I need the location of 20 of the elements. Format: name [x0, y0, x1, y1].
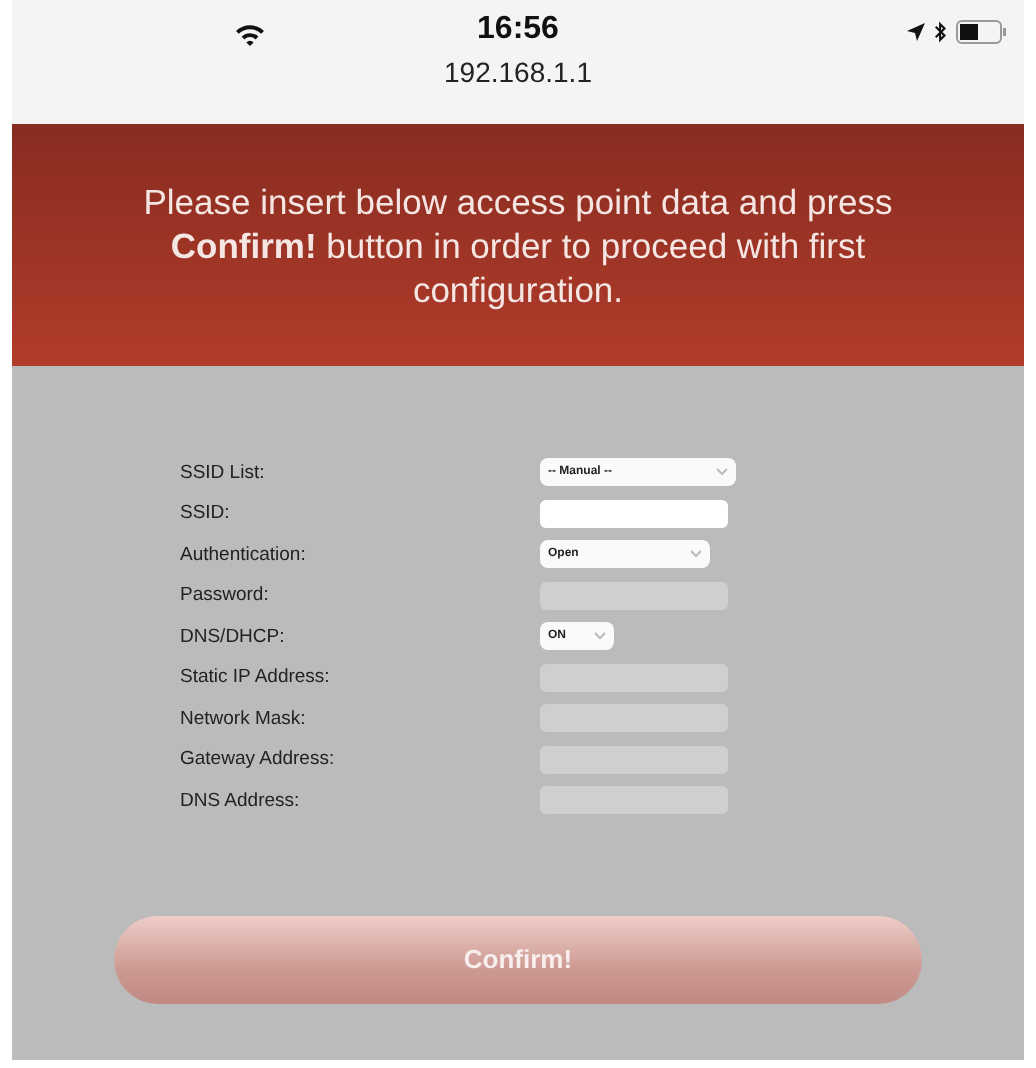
chevron-down-icon: [594, 632, 606, 641]
field-label: DNS Address:: [180, 789, 302, 812]
field-label: Authentication:: [180, 543, 308, 566]
instruction-text: Please insert below access point data and press Confirm! button in order to proceed with first configuration.: [141, 179, 895, 311]
field-label: Network Mask:: [180, 707, 308, 730]
field-label: SSID List:: [180, 461, 267, 484]
field-label: Gateway Address:: [180, 748, 337, 771]
wifi-icon: [234, 22, 266, 46]
location-arrow-icon: [906, 22, 926, 42]
field-label: SSID:: [180, 502, 232, 525]
field-label: Static IP Address:: [180, 666, 332, 689]
battery-icon: [956, 20, 1008, 44]
bluetooth-icon: [934, 20, 948, 44]
url-text[interactable]: 192.168.1.1: [444, 56, 592, 88]
field-label: Password:: [180, 584, 271, 607]
clock-time: 16:56: [477, 12, 559, 48]
chevron-down-icon: [690, 550, 702, 559]
input-field[interactable]: [540, 499, 728, 528]
field-label: DNS/DHCP:: [180, 625, 287, 648]
chevron-down-icon: [716, 468, 728, 477]
